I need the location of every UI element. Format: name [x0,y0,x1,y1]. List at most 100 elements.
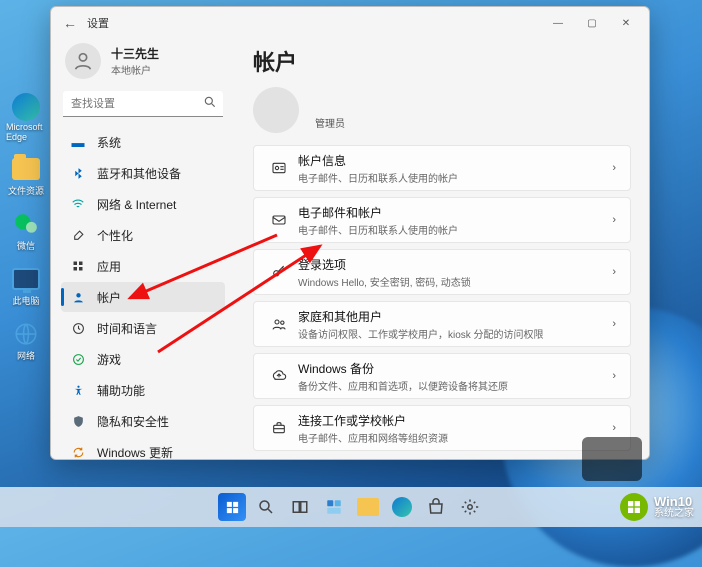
close-button[interactable]: ✕ [609,11,643,35]
desktop-icon-this-pc[interactable]: 此电脑 [6,264,46,307]
nav-label: 系统 [97,134,121,151]
nav-item-system[interactable]: ▬ 系统 [61,127,225,157]
pc-icon [12,268,40,290]
nav-item-time[interactable]: 时间和语言 [61,313,225,343]
window-content: 十三先生 本地帐户 ▬ 系统 [51,39,649,459]
card-windows-backup[interactable]: Windows 备份备份文件、应用和首选项，以便跨设备将其还原 › [253,353,631,399]
brush-icon [69,229,87,242]
nav-label: 网络 & Internet [97,196,176,213]
watermark-line1: Win10 [654,495,694,508]
taskbar-settings-icon[interactable] [456,493,484,521]
taskbar-edge[interactable] [388,493,416,521]
wechat-icon [11,209,41,239]
nav-label: 辅助功能 [97,382,145,399]
watermark: Win10 系统之家 [620,493,694,521]
admin-label: 管理员 [315,115,345,130]
desktop-icon-label: 微信 [17,239,35,252]
settings-window: ← 设置 ― ▢ ✕ 十三先生 本地帐户 [50,6,650,460]
chevron-right-icon: › [612,422,616,434]
family-icon [266,316,292,332]
globe-icon [11,319,41,349]
main-pane: 帐户 管理员 帐户信息电子邮件、日历和联系人使用的帐户 › 电子邮件和帐户电子邮… [233,39,649,459]
profile-sub: 本地帐户 [111,62,159,77]
maximize-button[interactable]: ▢ [575,11,609,35]
desktop-icon-wechat[interactable]: 微信 [6,209,46,252]
card-signin-options[interactable]: 登录选项Windows Hello, 安全密钥, 密码, 动态锁 › [253,249,631,295]
clock-icon [69,322,87,335]
nav-item-privacy[interactable]: 隐私和安全性 [61,406,225,436]
back-button[interactable]: ← [63,15,83,31]
nav-item-personalize[interactable]: 个性化 [61,220,225,250]
avatar-icon [65,43,101,79]
account-header: 管理员 [253,81,631,133]
nav-label: 个性化 [97,227,133,244]
large-avatar-icon [253,87,299,133]
card-family-users[interactable]: 家庭和其他用户设备访问权限、工作或学校用户，kiosk 分配的访问权限 › [253,301,631,347]
nav-item-gaming[interactable]: 游戏 [61,344,225,374]
card-subtitle: Windows Hello, 安全密钥, 密码, 动态锁 [298,274,612,289]
taskbar-explorer[interactable] [354,493,382,521]
nav-item-apps[interactable]: 应用 [61,251,225,281]
sidebar: 十三先生 本地帐户 ▬ 系统 [51,39,233,459]
search-icon[interactable] [203,95,217,112]
titlebar: ← 设置 ― ▢ ✕ [51,7,649,39]
key-icon [266,264,292,280]
card-subtitle: 电子邮件、应用和网络等组织资源 [298,430,612,445]
nav-item-bluetooth[interactable]: 蓝牙和其他设备 [61,158,225,188]
settings-cards: 帐户信息电子邮件、日历和联系人使用的帐户 › 电子邮件和帐户电子邮件、日历和联系… [253,145,631,451]
nav-label: 游戏 [97,351,121,368]
card-account-info[interactable]: 帐户信息电子邮件、日历和联系人使用的帐户 › [253,145,631,191]
card-title: 登录选项 [298,256,612,273]
chevron-right-icon: › [612,162,616,174]
desktop-icon-edge[interactable]: Microsoft Edge [6,92,46,142]
minimize-button[interactable]: ― [541,11,575,35]
desktop-icon-column: Microsoft Edge 文件资源 微信 此电脑 网络 [6,92,46,362]
search-box [63,91,223,117]
desktop-icon-label: 文件资源 [8,184,44,197]
card-work-school[interactable]: 连接工作或学校帐户电子邮件、应用和网络等组织资源 › [253,405,631,451]
nav-list: ▬ 系统 蓝牙和其他设备 网络 & Internet [61,127,225,459]
chevron-right-icon: › [612,318,616,330]
backup-icon [266,368,292,384]
card-subtitle: 电子邮件、日历和联系人使用的帐户 [298,222,612,237]
search-input[interactable] [63,91,223,117]
nav-label: 蓝牙和其他设备 [97,165,181,182]
shield-icon [69,415,87,428]
desktop-icon-label: 此电脑 [12,294,39,307]
nav-item-accounts[interactable]: 帐户 [61,282,225,312]
nav-label: 隐私和安全性 [97,413,169,430]
nav-item-update[interactable]: Windows 更新 [61,437,225,459]
card-title: 帐户信息 [298,152,612,169]
card-title: Windows 备份 [298,360,612,377]
nav-label: 时间和语言 [97,320,157,337]
nav-label: Windows 更新 [97,444,173,460]
folder-icon [12,158,40,180]
desktop-icon-network[interactable]: 网络 [6,319,46,362]
card-subtitle: 备份文件、应用和首选项，以便跨设备将其还原 [298,378,612,393]
card-email-accounts[interactable]: 电子邮件和帐户电子邮件、日历和联系人使用的帐户 › [253,197,631,243]
watermark-logo-icon [620,493,648,521]
nav-label: 帐户 [97,289,121,306]
taskbar-search-icon[interactable] [252,493,280,521]
nav-item-network[interactable]: 网络 & Internet [61,189,225,219]
apps-icon [69,260,87,272]
wifi-icon [69,197,87,211]
window-controls: ― ▢ ✕ [541,11,643,35]
card-subtitle: 设备访问权限、工作或学校用户，kiosk 分配的访问权限 [298,326,612,341]
taskbar-widgets-icon[interactable] [320,493,348,521]
card-subtitle: 电子邮件、日历和联系人使用的帐户 [298,170,612,185]
card-title: 家庭和其他用户 [298,308,612,325]
profile-block[interactable]: 十三先生 本地帐户 [61,39,225,91]
desktop: Microsoft Edge 文件资源 微信 此电脑 网络 ← 设置 [0,0,702,527]
taskbar-taskview-icon[interactable] [286,493,314,521]
desktop-icon-folder[interactable]: 文件资源 [6,154,46,197]
nav-item-accessibility[interactable]: 辅助功能 [61,375,225,405]
edge-icon [12,93,40,121]
update-icon [69,446,87,459]
start-button[interactable] [218,493,246,521]
taskbar-store-icon[interactable] [422,493,450,521]
person-icon [69,291,87,304]
desktop-icon-label: Microsoft Edge [6,122,46,142]
chevron-right-icon: › [612,370,616,382]
bluetooth-icon [69,167,87,180]
